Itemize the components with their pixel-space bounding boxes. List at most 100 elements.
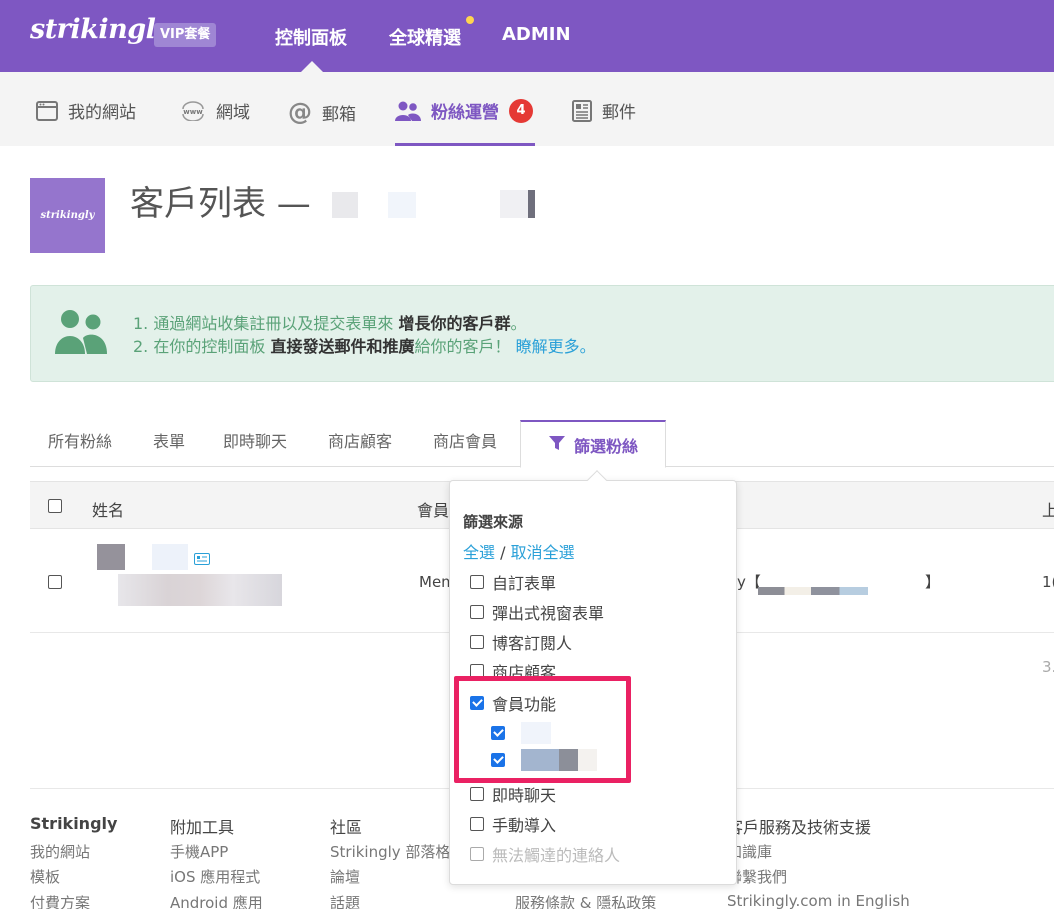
footer-link[interactable]: 論壇 (330, 866, 360, 887)
footer-link[interactable]: 服務條款 & 隱私政策 (515, 892, 656, 909)
info-banner: 1. 通過網站收集註冊以及提交表單來 增長你的客戶群。 2. 在你的控制面板 直… (30, 285, 1054, 382)
filter-option-live-chat[interactable]: 即時聊天 (470, 782, 556, 806)
date-cell: 1( (1042, 573, 1054, 591)
subnav-active-underline (395, 143, 535, 146)
footer-link[interactable]: 模板 (30, 866, 60, 887)
option-label: 無法觸達的連絡人 (492, 846, 621, 865)
tab-filter-label: 篩選粉絲 (573, 436, 638, 456)
svg-text:www: www (183, 108, 203, 116)
filter-option-popup-form[interactable]: 彈出式視窗表單 (470, 600, 604, 624)
site-thumbnail-text: strikingly (40, 210, 95, 221)
fans-count-badge: 4 (509, 98, 533, 123)
footer-col-community-title: 社區 (330, 818, 363, 837)
column-upper[interactable]: 上 (1042, 497, 1054, 521)
footer-link[interactable]: Android 應用 (170, 892, 263, 909)
banner-text: 。 (510, 314, 527, 333)
select-all-link[interactable]: 全選 (463, 543, 495, 562)
row-checkbox[interactable] (48, 575, 62, 589)
www-icon: www (180, 100, 206, 121)
redacted-site-name (500, 190, 528, 218)
footer-link[interactable]: iOS 應用程式 (170, 866, 260, 887)
contact-card-icon (194, 550, 210, 569)
vip-badge: VIP套餐 (154, 23, 217, 47)
deselect-all-link[interactable]: 取消全選 (511, 543, 575, 562)
option-checkbox[interactable] (470, 635, 484, 649)
tab-store-customers[interactable]: 商店顧客 (328, 428, 392, 452)
annotation-highlight-box (454, 676, 631, 783)
at-sign-icon: @ (288, 98, 312, 126)
filter-option-unreachable[interactable]: 無法觸達的連絡人 (470, 842, 620, 866)
filter-option-custom-form[interactable]: 自訂表單 (470, 570, 556, 594)
option-checkbox[interactable] (470, 787, 484, 801)
browser-window-icon (36, 100, 58, 121)
filter-option-manual-import[interactable]: 手動導入 (470, 812, 556, 836)
tab-store-members[interactable]: 商店會員 (433, 428, 497, 452)
strikingly-logo[interactable]: strikingly (30, 14, 171, 45)
option-label: 手動導入 (492, 816, 557, 835)
option-checkbox[interactable] (470, 575, 484, 589)
footer-link[interactable]: Strikingly.com in English (727, 892, 910, 909)
select-links: 全選 / 取消全選 (463, 539, 575, 563)
source-cell-suffix: 】 (925, 573, 941, 591)
option-checkbox[interactable] (470, 605, 484, 619)
site-thumbnail[interactable]: strikingly (30, 178, 105, 253)
subnav-domains[interactable]: www 網域 (180, 98, 250, 123)
top-bar: strikingly VIP套餐 控制面板 全球精選 ADMIN (0, 0, 1054, 72)
redacted-name (152, 544, 188, 570)
tab-live-chat[interactable]: 即時聊天 (223, 428, 287, 452)
footer-link[interactable]: 手機APP (170, 841, 228, 862)
option-label: 自訂表單 (492, 574, 557, 593)
subnav-label: 我的網站 (68, 103, 136, 123)
footer-link[interactable]: 話題 (330, 892, 360, 909)
nav-global-picks[interactable]: 全球精選 (389, 24, 461, 50)
option-label: 彈出式視窗表單 (492, 604, 605, 623)
footer-link[interactable]: 付費方案 (30, 892, 90, 909)
nav-admin[interactable]: ADMIN (502, 24, 571, 45)
banner-text: 給你的客戶！ (414, 337, 516, 356)
subnav-fans[interactable]: 粉絲運營 4 (395, 98, 533, 123)
subnav-mailbox[interactable]: @ 郵箱 (288, 98, 356, 126)
tab-filter-fans[interactable]: 篩選粉絲 (520, 420, 666, 468)
tab-forms[interactable]: 表單 (153, 428, 185, 452)
banner-bold-text: 直接發送郵件和推廣 (270, 337, 415, 356)
column-name[interactable]: 姓名 (92, 497, 124, 521)
subnav-label: 粉絲運營 (431, 103, 499, 123)
option-label: 即時聊天 (492, 786, 557, 805)
filter-source-title: 篩選來源 (463, 513, 524, 531)
notification-dot (466, 16, 474, 24)
footer-link[interactable]: 我的網站 (30, 841, 90, 862)
column-member[interactable]: 會員 (417, 497, 449, 521)
banner-text: 1. 通過網站收集註冊以及提交表單來 (133, 314, 399, 333)
option-checkbox[interactable] (470, 817, 484, 831)
redacted-source (758, 587, 868, 595)
redacted-site-name (528, 190, 535, 218)
select-all-checkbox[interactable] (48, 499, 62, 513)
footer-col-support-title: 客戶服務及技術支援 (727, 818, 872, 837)
banner-line-1: 1. 通過網站收集註冊以及提交表單來 增長你的客戶群。 (133, 310, 526, 334)
subnav-newsletter[interactable]: 郵件 (572, 98, 636, 123)
subnav-label: 郵箱 (322, 104, 356, 125)
tab-all-fans[interactable]: 所有粉絲 (48, 428, 112, 452)
active-nav-caret (301, 61, 323, 72)
filter-icon (548, 434, 566, 456)
sub-nav: 我的網站 www 網域 @ 郵箱 粉絲運營 4 郵件 (0, 72, 1054, 146)
page-title: 客戶列表 — (130, 184, 311, 224)
option-label: 博客訂閱人 (492, 634, 573, 653)
customers-icon (55, 308, 109, 360)
footer-link[interactable]: Strikingly 部落格 (330, 841, 450, 862)
learn-more-link[interactable]: 瞭解更多。 (516, 337, 596, 356)
filter-option-blog-subscribers[interactable]: 博客訂閱人 (470, 630, 572, 654)
subnav-my-sites[interactable]: 我的網站 (36, 98, 136, 123)
footer-col-strikingly-title: Strikingly (30, 814, 118, 833)
redacted-avatar (97, 544, 125, 570)
subnav-label: 郵件 (602, 103, 636, 123)
nav-dashboard[interactable]: 控制面板 (275, 24, 347, 50)
popover-arrow (587, 470, 607, 490)
newsletter-icon (572, 99, 592, 122)
select-links-separator: / (495, 543, 511, 562)
pagination-count: 3. (1042, 658, 1054, 676)
subnav-label: 網域 (216, 103, 250, 123)
redacted-site-name (388, 192, 416, 218)
option-checkbox[interactable] (470, 847, 484, 861)
banner-line-2: 2. 在你的控制面板 直接發送郵件和推廣給你的客戶！ 瞭解更多。 (133, 333, 596, 357)
